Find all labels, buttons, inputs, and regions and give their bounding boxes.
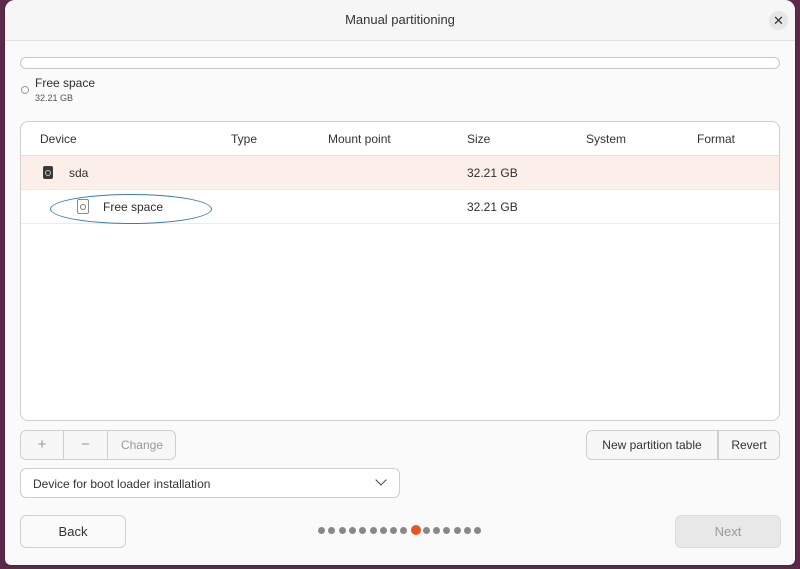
- change-partition-button[interactable]: Change: [107, 431, 176, 459]
- step-dot: [400, 527, 408, 534]
- column-system[interactable]: System: [586, 132, 626, 146]
- column-type[interactable]: Type: [231, 132, 257, 146]
- step-dot: [369, 527, 377, 534]
- next-button[interactable]: Next: [675, 515, 781, 548]
- step-dot: [348, 527, 356, 534]
- disk-usage-bar: [20, 57, 780, 69]
- column-mount-point[interactable]: Mount point: [328, 132, 391, 146]
- partition-name: Free space: [103, 200, 164, 214]
- free-space-icon: [77, 199, 89, 214]
- step-dot: [433, 527, 440, 534]
- back-button[interactable]: Back: [20, 515, 126, 548]
- revert-button[interactable]: Revert: [718, 430, 780, 460]
- remove-partition-button[interactable]: −: [63, 431, 107, 459]
- installer-window: Manual partitioning ✕ Free space 32.21 G…: [5, 0, 795, 565]
- step-dot: [474, 527, 482, 534]
- add-partition-button[interactable]: +: [21, 431, 63, 459]
- chevron-down-icon: [375, 474, 387, 486]
- column-format[interactable]: Format: [697, 132, 735, 146]
- bootloader-device-select[interactable]: Device for boot loader installation: [20, 468, 400, 498]
- device-size: 32.21 GB: [467, 166, 518, 180]
- step-dot: [318, 527, 325, 534]
- table-row-free-space[interactable]: Free space 32.21 GB: [21, 190, 779, 224]
- table-row-sda[interactable]: sda 32.21 GB: [21, 156, 779, 190]
- new-partition-table-button[interactable]: New partition table: [586, 430, 718, 460]
- close-icon: ✕: [773, 13, 784, 28]
- column-size[interactable]: Size: [467, 132, 490, 146]
- partition-table: Device Type Mount point Size System Form…: [20, 121, 780, 421]
- step-dot: [463, 527, 471, 534]
- legend-label: Free space: [35, 76, 96, 90]
- close-button[interactable]: ✕: [769, 11, 788, 30]
- step-dot-current: [410, 525, 421, 535]
- step-dot: [390, 527, 398, 534]
- bootloader-select-label: Device for boot loader installation: [33, 477, 211, 491]
- step-dot: [328, 527, 336, 534]
- window-title: Manual partitioning: [345, 12, 455, 27]
- step-dot: [338, 527, 346, 534]
- step-dot: [422, 527, 430, 534]
- disk-icon: [43, 166, 53, 179]
- partition-size: 32.21 GB: [467, 200, 518, 214]
- step-dot: [359, 527, 367, 534]
- column-device[interactable]: Device: [40, 132, 77, 146]
- legend-dot-icon: [21, 86, 29, 94]
- legend-size: 32.21 GB: [35, 93, 74, 103]
- partition-edit-buttons: + − Change: [20, 430, 176, 460]
- step-dot: [453, 527, 461, 534]
- step-dot: [379, 527, 387, 534]
- titlebar: Manual partitioning ✕: [5, 0, 795, 41]
- step-dot: [443, 527, 451, 534]
- table-header: Device Type Mount point Size System Form…: [21, 122, 779, 156]
- device-name: sda: [69, 166, 89, 180]
